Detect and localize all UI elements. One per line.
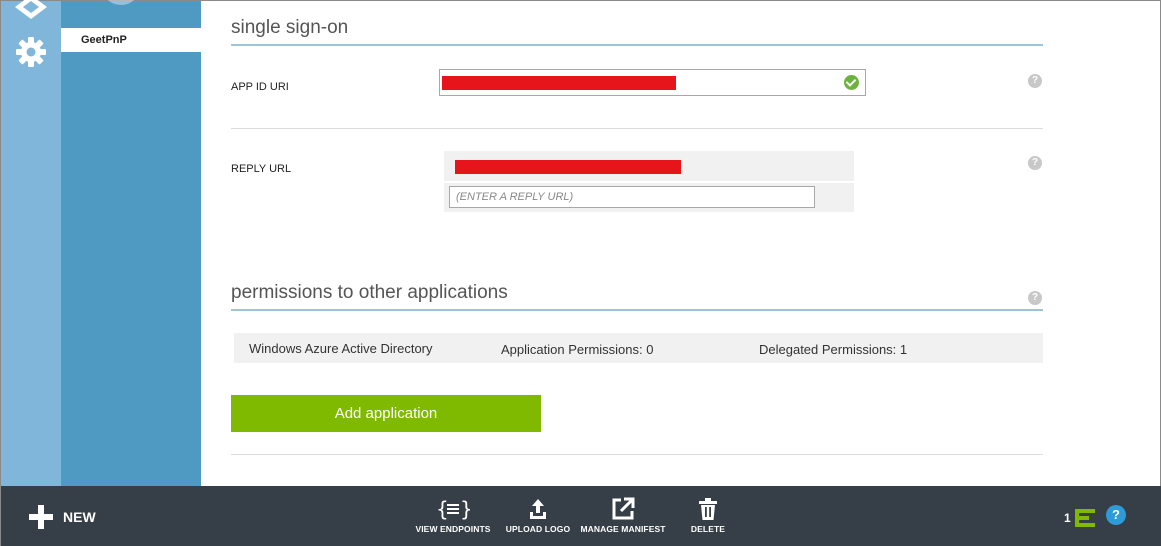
command-bar: NEW { } VIEW ENDPOINTS UPLOAD LOGO: [1, 486, 1161, 546]
reply-url-label: REPLY URL: [231, 163, 292, 175]
application-permissions[interactable]: Application Permissions: 0: [501, 342, 653, 357]
subnav-item-app[interactable]: GeetPnP: [61, 28, 201, 52]
trash-icon: [699, 498, 717, 520]
upload-logo-button[interactable]: UPLOAD LOGO: [503, 496, 573, 534]
notifications-icon: [1074, 509, 1095, 527]
endpoints-icon: { }: [436, 497, 470, 521]
left-rail: [1, 0, 61, 486]
check-icon: [844, 75, 859, 90]
app-id-uri-field[interactable]: [439, 69, 866, 96]
help-icon[interactable]: ?: [1028, 291, 1042, 305]
notifications-button[interactable]: 1: [1064, 508, 1096, 528]
help-icon[interactable]: ?: [1028, 74, 1042, 88]
svg-text:{: {: [436, 497, 449, 521]
permission-application: Windows Azure Active Directory: [249, 341, 433, 356]
external-link-icon: [612, 497, 635, 520]
add-application-button[interactable]: Add application: [231, 395, 541, 432]
section-divider: [231, 454, 1043, 455]
sub-navigation: GeetPnP: [61, 0, 201, 486]
manage-manifest-label: MANAGE MANIFEST: [580, 524, 666, 534]
upload-logo-label: UPLOAD LOGO: [505, 524, 571, 534]
upload-icon: [530, 499, 546, 519]
plus-icon: [29, 505, 53, 529]
notification-count: 1: [1064, 511, 1071, 525]
manage-manifest-button[interactable]: MANAGE MANIFEST: [579, 496, 667, 534]
help-icon[interactable]: ?: [1028, 156, 1042, 170]
delete-button[interactable]: DELETE: [683, 496, 733, 534]
portal-logo-icon[interactable]: [13, 0, 49, 23]
section-divider: [231, 128, 1043, 129]
view-endpoints-button[interactable]: { } VIEW ENDPOINTS: [413, 496, 493, 534]
svg-text:}: }: [460, 497, 470, 521]
new-label: NEW: [63, 509, 96, 525]
delegated-permissions[interactable]: Delegated Permissions: 1: [759, 342, 907, 357]
redacted-value: [442, 76, 676, 90]
app-avatar: [101, 0, 141, 5]
permissions-title: permissions to other applications: [231, 282, 508, 303]
new-button[interactable]: NEW: [29, 504, 96, 530]
redacted-value: [455, 160, 681, 174]
gear-icon[interactable]: [14, 35, 48, 69]
single-sign-on-underline: [231, 44, 1043, 46]
delete-label: DELETE: [690, 524, 726, 534]
permissions-underline: [231, 309, 1043, 311]
app-id-uri-label: APP ID URI: [231, 81, 289, 93]
reply-url-input[interactable]: [449, 186, 815, 208]
view-endpoints-label: VIEW ENDPOINTS: [415, 524, 491, 534]
table-row[interactable]: Windows Azure Active Directory Applicati…: [234, 333, 1043, 363]
single-sign-on-title: single sign-on: [231, 17, 349, 38]
reply-url-entry[interactable]: [444, 151, 854, 181]
help-icon[interactable]: ?: [1106, 505, 1126, 525]
